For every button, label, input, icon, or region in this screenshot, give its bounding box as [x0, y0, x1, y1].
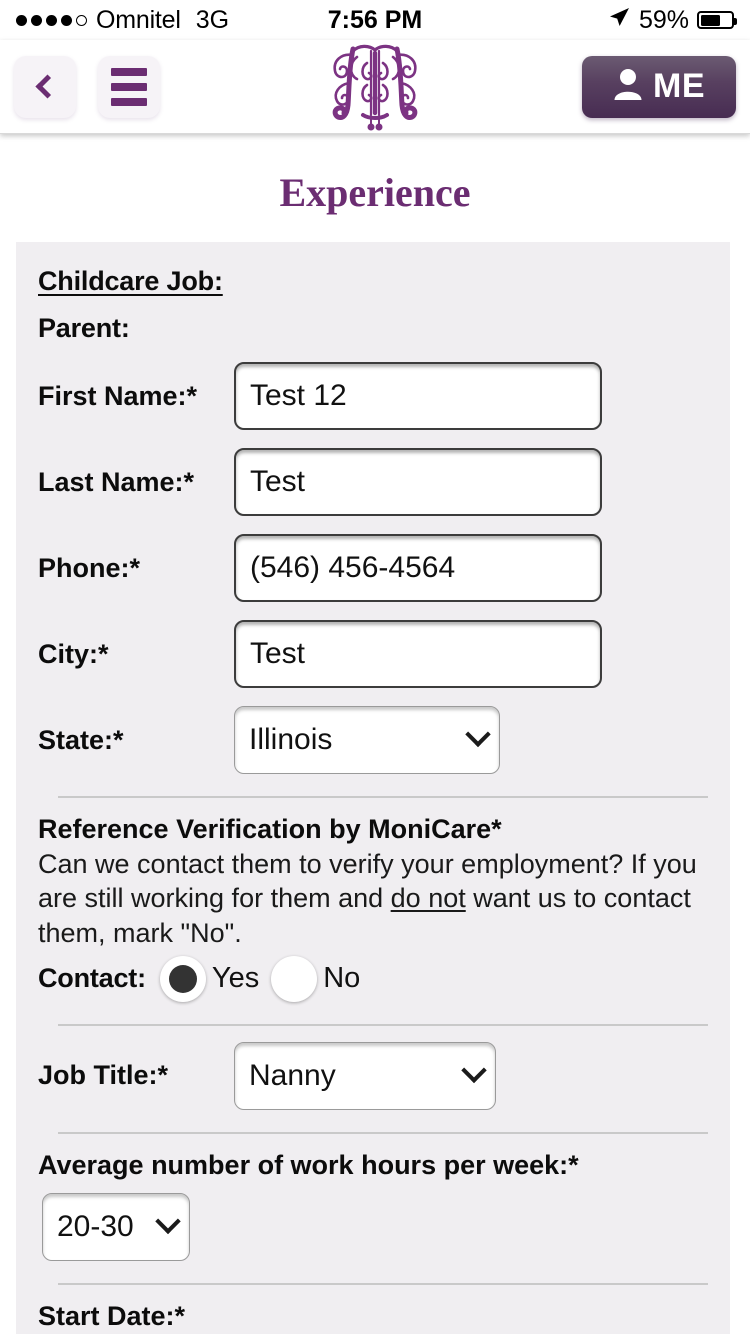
chevron-down-icon: [465, 721, 491, 748]
app-header: ME: [0, 40, 750, 134]
state-select[interactable]: Illinois: [234, 706, 500, 774]
radio-selected-dot: [168, 964, 197, 993]
state-label: State:*: [38, 724, 124, 755]
field-row-phone: Phone:* (546) 456-4564: [38, 534, 708, 602]
last-name-label: Last Name:*: [38, 466, 195, 497]
contact-label: Contact:: [38, 963, 146, 994]
parent-heading: Parent:: [38, 313, 130, 343]
field-row-first-name: First Name:* Test 12: [38, 362, 708, 430]
carrier-name: Omnitel: [96, 5, 181, 34]
back-button[interactable]: [14, 55, 76, 118]
person-icon: [613, 67, 643, 106]
field-row-city: City:* Test: [38, 620, 708, 688]
reference-verification-text: Can we contact them to verify your emplo…: [38, 849, 697, 948]
city-input[interactable]: Test: [234, 620, 602, 688]
job-title-select[interactable]: Nanny: [234, 1041, 496, 1110]
battery-icon: [697, 11, 737, 29]
signal-strength-dots: [16, 14, 87, 26]
radio-label-no: No: [323, 962, 361, 995]
chevron-left-icon: [35, 74, 60, 99]
first-name-input[interactable]: Test 12: [234, 362, 602, 430]
status-bar-left: Omnitel 3G: [16, 6, 229, 35]
state-select-value: Illinois: [249, 723, 333, 756]
childcare-job-heading: Childcare Job:: [38, 266, 223, 296]
logo-svg: [332, 44, 418, 131]
field-row-state: State:* Illinois: [38, 706, 708, 774]
last-name-input[interactable]: Test: [234, 448, 602, 516]
field-row-last-name: Last Name:* Test: [38, 448, 708, 516]
radio-label-yes: Yes: [211, 962, 260, 995]
field-row-job-title: Job Title:* Nanny: [38, 1041, 708, 1110]
reference-verification-heading: Reference Verification by MoniCare*: [38, 814, 502, 844]
radio-contact-yes[interactable]: [159, 955, 206, 1002]
page-title: Experience: [279, 170, 471, 215]
contact-radio-group: Contact: Yes No: [38, 955, 708, 1002]
radio-contact-no[interactable]: [271, 955, 318, 1002]
location-arrow-icon: [607, 5, 631, 36]
experience-form-card: Childcare Job: Parent: First Name:* Test…: [16, 242, 730, 1334]
hamburger-menu-icon: [111, 67, 147, 106]
menu-button[interactable]: [98, 55, 160, 118]
job-title-select-value: Nanny: [249, 1058, 336, 1092]
status-bar: Omnitel 3G 7:56 PM 59%: [0, 0, 750, 40]
work-hours-select[interactable]: 20-30: [42, 1192, 190, 1261]
divider: [58, 1282, 708, 1285]
battery-percent: 59%: [638, 5, 689, 34]
divider: [58, 1023, 708, 1026]
phone-input[interactable]: (546) 456-4564: [234, 534, 602, 602]
start-date-heading: Start Date:*: [38, 1300, 186, 1331]
me-account-button[interactable]: ME: [582, 55, 736, 118]
monicare-monogram-logo[interactable]: [310, 41, 440, 133]
page-body: Experience Childcare Job: Parent: First …: [0, 134, 750, 1334]
network-type: 3G: [195, 5, 230, 34]
chevron-down-icon: [461, 1057, 487, 1083]
first-name-label: First Name:*: [38, 380, 198, 411]
me-button-label: ME: [653, 67, 705, 105]
divider: [58, 1131, 708, 1134]
status-bar-right: 59%: [607, 5, 737, 36]
chevron-down-icon: [155, 1208, 181, 1234]
work-hours-field: 20-30: [38, 1192, 708, 1261]
phone-label: Phone:*: [38, 552, 141, 583]
work-hours-label: Average number of work hours per week:*: [38, 1149, 579, 1180]
city-label: City:*: [38, 638, 109, 669]
job-title-label: Job Title:*: [38, 1060, 169, 1091]
divider: [58, 796, 708, 798]
work-hours-select-value: 20-30: [57, 1209, 134, 1243]
